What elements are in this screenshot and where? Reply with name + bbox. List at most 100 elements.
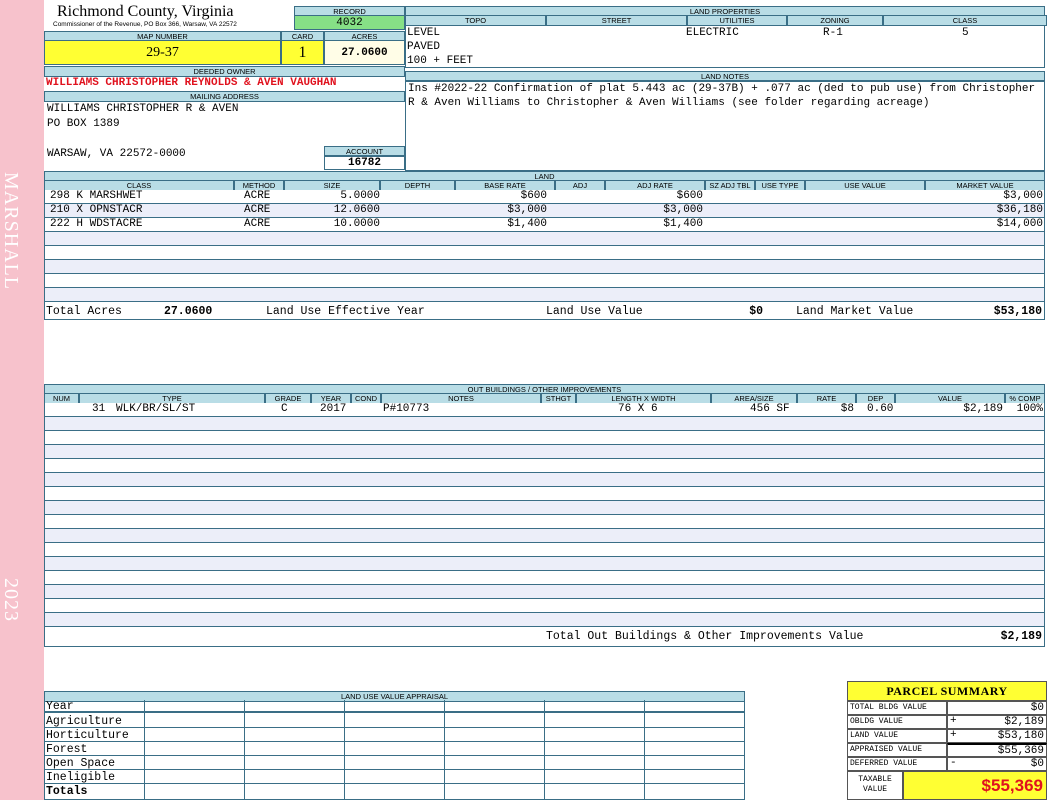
ob-cell: $8 [840, 403, 854, 415]
mailing-label: MAILING ADDRESS [44, 91, 405, 102]
ob-cell: 456 SF [750, 403, 790, 415]
ps-value: $0 [947, 757, 1047, 771]
record-value: 4032 [294, 15, 405, 30]
land-use-value: $0 [749, 305, 763, 318]
lu-row-label: Ineligible [46, 771, 116, 784]
ob-total-label: Total Out Buildings & Other Improvements… [546, 630, 864, 643]
ps-sign: - [950, 757, 957, 769]
land-cell: $36,180 [996, 204, 1043, 216]
ob-row-empty [45, 557, 1044, 571]
mail-line2: PO BOX 1389 [47, 118, 120, 130]
county-title: Richmond County, Virginia [57, 3, 234, 20]
land-cell: 12.0600 [333, 204, 380, 216]
ob-row-empty [45, 431, 1044, 445]
land-cell: ACRE [244, 190, 271, 202]
land-row-empty [45, 260, 1044, 274]
ob-row-empty [45, 613, 1044, 627]
lp-zoning: R-1 [823, 27, 843, 39]
land-market-value-label: Land Market Value [796, 305, 914, 318]
ob-cell: 2017 [320, 403, 347, 415]
land-cell: $14,000 [996, 218, 1043, 230]
ob-cell: 31 [92, 403, 106, 415]
ob-row-empty [45, 529, 1044, 543]
land-properties-box: TOPO STREET UTILITIES ZONING CLASS LEVEL… [405, 15, 1047, 68]
ob-row-empty [45, 501, 1044, 515]
land-cell: 5.0000 [340, 190, 380, 202]
ob-row-empty [45, 585, 1044, 599]
sidebar-year: 2023 [0, 578, 22, 622]
parcel-summary-title: PARCEL SUMMARY [847, 681, 1047, 701]
lu-row-totals: Totals [46, 785, 88, 798]
land-row: 210 X OPNSTACR ACRE 12.0600 $3,000 $3,00… [45, 204, 1044, 218]
ob-row-empty [45, 473, 1044, 487]
land-row-empty [45, 274, 1044, 288]
taxable-label: TAXABLE VALUE [847, 771, 903, 800]
land-row-empty [45, 246, 1044, 260]
lp-utilities: ELECTRIC [686, 27, 739, 39]
ob-row-empty [45, 571, 1044, 585]
ob-row-empty [45, 459, 1044, 473]
lp-topo-2: PAVED [407, 41, 441, 53]
ob-row-empty [45, 515, 1044, 529]
land-row: 222 H WDSTACRE ACRE 10.0000 $1,400 $1,40… [45, 218, 1044, 232]
ob-row-empty [45, 543, 1044, 557]
account-value: 16782 [324, 155, 405, 170]
lp-col-street: STREET [546, 15, 687, 26]
lp-class: 5 [962, 27, 969, 39]
land-row-empty [45, 232, 1044, 246]
ps-value: $55,369 [947, 743, 1047, 757]
land-cell: $600 [676, 190, 703, 202]
land-cell: $3,000 [507, 204, 547, 216]
ob-cell: 100% [1016, 403, 1043, 415]
ps-sign: + [950, 729, 957, 741]
land-cell: ACRE [244, 218, 271, 230]
lu-row-label: Agriculture [46, 715, 122, 728]
lp-topo-3: 100 + FEET [407, 55, 474, 67]
ps-label: OBLDG VALUE [847, 715, 947, 729]
land-cell: $1,400 [663, 218, 703, 230]
land-cell: 298 K MARSHWET [50, 190, 143, 202]
lu-row-label: Horticulture [46, 729, 129, 742]
mail-line3: WARSAW, VA 22572-0000 [47, 148, 186, 160]
lu-row-label: Forest [46, 743, 88, 756]
ob-row-empty [45, 487, 1044, 501]
ps-sign: + [950, 715, 957, 727]
lp-topo-1: LEVEL [407, 27, 441, 39]
outbuildings-table: NUM TYPE GRADE YEAR COND NOTES STHGT LEN… [44, 393, 1045, 647]
land-use-effective-year-label: Land Use Effective Year [266, 305, 425, 318]
land-row: 298 K MARSHWET ACRE 5.0000 $600 $600 $3,… [45, 190, 1044, 204]
sidebar-district: MARSHALL [0, 172, 22, 291]
ps-label: APPRAISED VALUE [847, 743, 947, 757]
land-cell: $3,000 [1003, 190, 1043, 202]
lu-row-label: Year [46, 700, 74, 713]
land-cell: ACRE [244, 204, 271, 216]
land-cell: $3,000 [663, 204, 703, 216]
ob-cell: $2,189 [963, 403, 1003, 415]
ps-label: DEFERRED VALUE [847, 757, 947, 771]
ob-total-value: $2,189 [1000, 630, 1042, 643]
ob-cell: 0.60 [867, 403, 894, 415]
ps-label: TOTAL BLDG VALUE [847, 701, 947, 715]
deeded-owner: WILLIAMS CHRISTOPHER REYNOLDS & AVEN VAU… [46, 77, 337, 89]
land-notes-text: Ins #2022-22 Confirmation of plat 5.443 … [405, 80, 1045, 171]
land-use-table: Year Agriculture Horticulture Forest Ope… [44, 700, 745, 800]
taxable-value: $55,369 [903, 771, 1047, 800]
land-use-value-label: Land Use Value [546, 305, 643, 318]
total-acres-value: 27.0600 [164, 305, 213, 318]
commissioner-line: Commissioner of the Revenue, PO Box 366,… [53, 21, 237, 28]
land-cell: $600 [520, 190, 547, 202]
ob-cell: C [281, 403, 288, 415]
ob-row-empty [45, 599, 1044, 613]
ps-value: $0 [947, 701, 1047, 715]
ps-label: LAND VALUE [847, 729, 947, 743]
acres-value: 27.0600 [324, 40, 405, 65]
ob-row-empty [45, 445, 1044, 459]
land-cell: 210 X OPNSTACR [50, 204, 143, 216]
card-number: 1 [281, 40, 324, 65]
land-row-empty [45, 288, 1044, 302]
lp-col-class: CLASS [883, 15, 1047, 26]
land-market-value: $53,180 [993, 305, 1042, 318]
deeded-owner-label: DEEDED OWNER [44, 66, 405, 77]
total-acres-label: Total Acres [46, 305, 122, 318]
ps-value: $53,180 [947, 729, 1047, 743]
